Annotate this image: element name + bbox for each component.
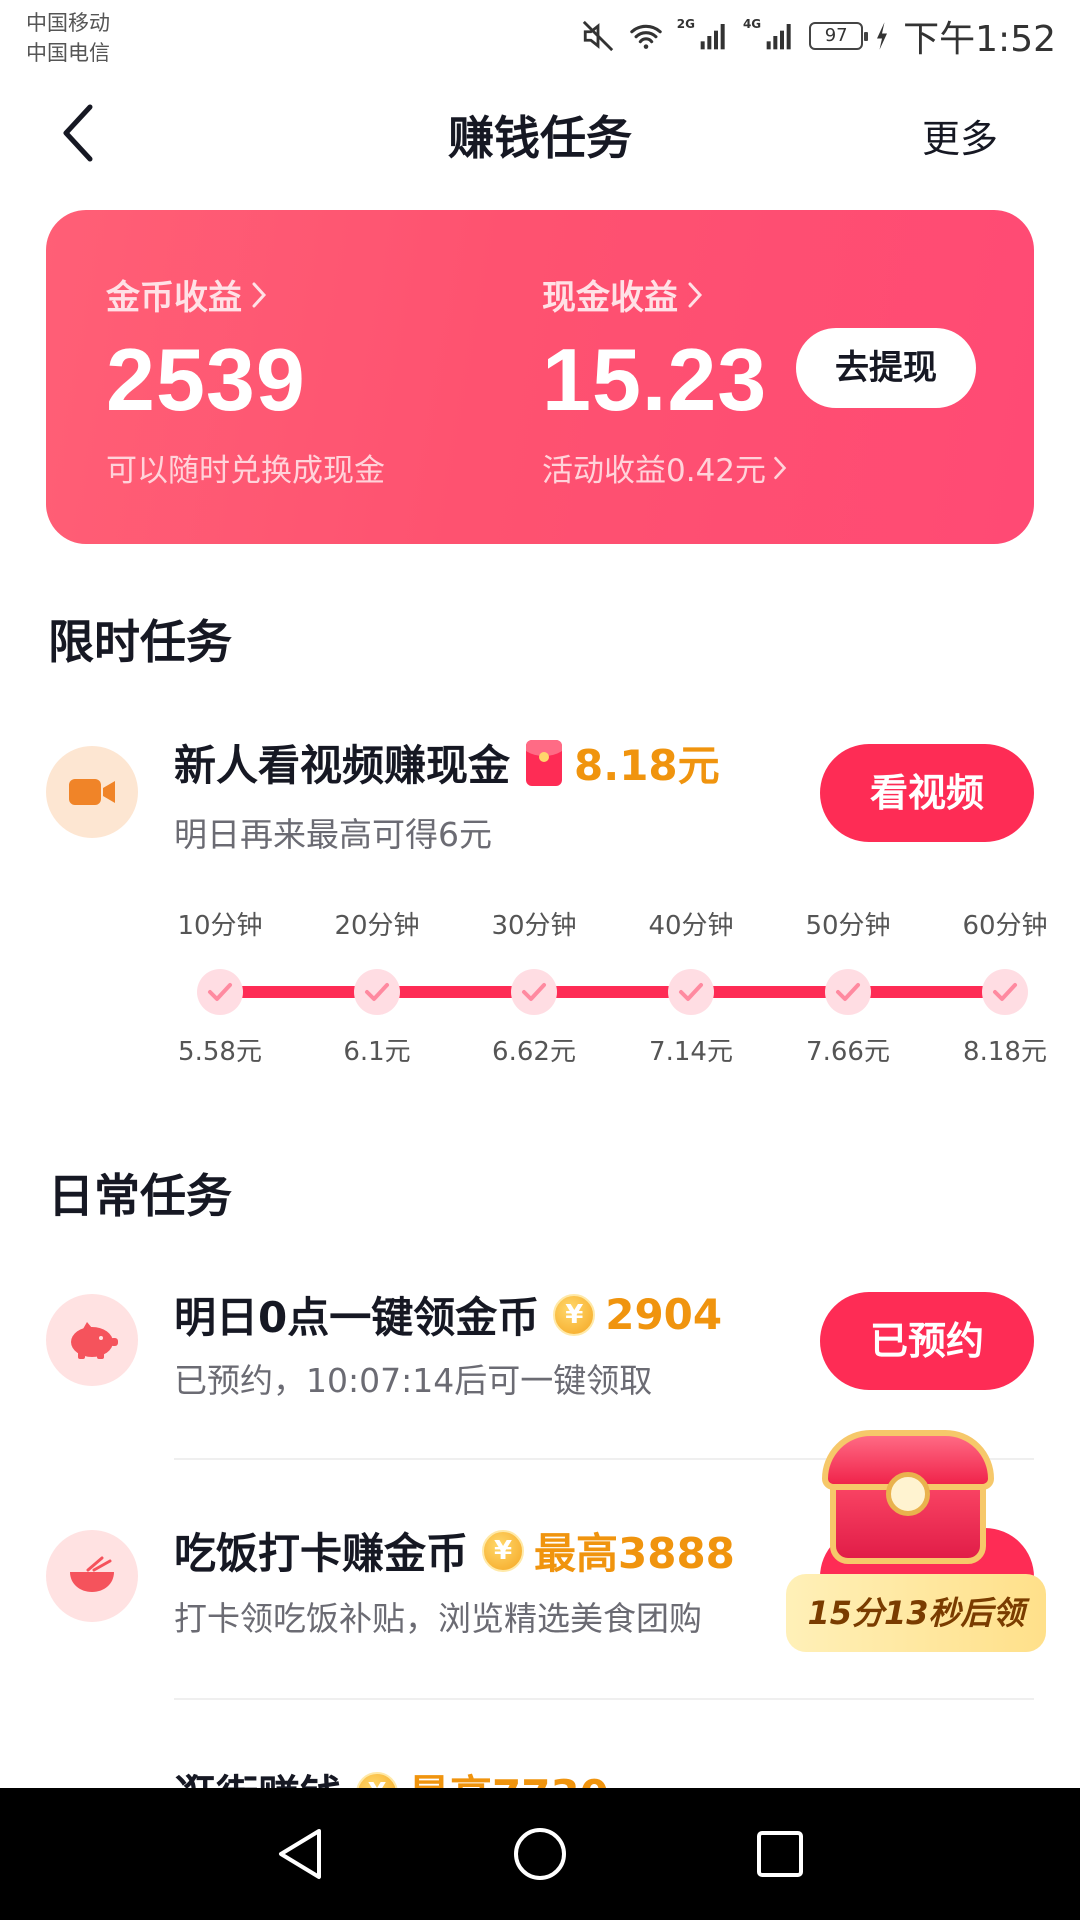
chest-lock (886, 1472, 930, 1516)
progress-time-label: 30分钟 (491, 911, 577, 941)
network-4g-label: 4G (742, 17, 762, 31)
daily-tasks-heading: 日常任务 (48, 1169, 232, 1223)
task-subtitle: 明日再来最高可得6元 (174, 815, 492, 854)
status-icons: 2G 4G 97 下午1:52 (581, 14, 1056, 60)
check-icon (982, 969, 1028, 1015)
task-reward-value: 最高3888 (534, 1529, 735, 1578)
cash-earnings[interactable]: 现金收益 15.23 活动收益0.42元 (542, 270, 788, 490)
cash-earnings-value: 15.23 (542, 330, 768, 429)
battery-indicator: 97 (809, 22, 869, 50)
carrier-info: 中国移动 中国电信 (26, 8, 110, 68)
task-title: 新人看视频赚现金 8.18元 (174, 732, 720, 793)
task-title-text: 明日0点一键领金币 (174, 1293, 540, 1342)
piggy-bank-icon (46, 1294, 138, 1386)
coin-earnings-label-row: 金币收益 (106, 270, 385, 319)
check-icon (825, 969, 871, 1015)
status-bar: 中国移动 中国电信 2G 4G 97 下午1:52 (0, 0, 1080, 78)
task-reward: ¥ 最高3888 (482, 1520, 735, 1581)
treasure-countdown: 15分13秒后领 (786, 1574, 1046, 1652)
progress-segment (552, 986, 670, 998)
more-button[interactable]: 更多 (922, 108, 998, 163)
network-2g-label: 2G (676, 17, 695, 31)
red-packet-icon (526, 739, 563, 786)
coin-icon: ¥ (482, 1529, 525, 1572)
progress-segment (238, 986, 356, 998)
task-subtitle: 打卡领吃饭补贴，浏览精选美食团购 (174, 1599, 702, 1638)
progress-amount-label: 6.62元 (492, 1037, 576, 1067)
clock: 下午1:52 (903, 19, 1056, 60)
signal-icon (766, 24, 791, 50)
task-title: 明日0点一键领金币 ¥ 2904 (174, 1284, 722, 1345)
reserved-button[interactable]: 已预约 (820, 1292, 1034, 1390)
mute-icon (582, 20, 613, 52)
treasure-chest-widget[interactable]: 15分13秒后领 (782, 1430, 1050, 1656)
coin-earnings[interactable]: 金币收益 2539 可以随时兑换成现金 (106, 270, 385, 490)
task-title-text: 新人看视频赚现金 (174, 741, 511, 790)
task-daily-coins: 明日0点一键领金币 ¥ 2904 已预约，10:07:14后可一键领取 已预约 (0, 1276, 1080, 1406)
check-icon (668, 969, 714, 1015)
progress-segment (395, 986, 513, 998)
earnings-card: 金币收益 2539 可以随时兑换成现金 现金收益 15.23 活动收益0.42元… (46, 210, 1034, 544)
task-subtitle: 已预约，10:07:14后可一键领取 (174, 1361, 653, 1400)
coin-earnings-label: 金币收益 (106, 278, 242, 318)
cash-earnings-label-row: 现金收益 (542, 270, 788, 319)
limited-tasks-heading: 限时任务 (48, 615, 232, 669)
coin-icon: ¥ (553, 1293, 596, 1336)
nav-back-button[interactable] (270, 1824, 330, 1884)
nav-bar: 赚钱任务 更多 (0, 78, 1080, 190)
task-reward-value: 8.18元 (574, 741, 720, 790)
chevron-right-icon (774, 456, 787, 479)
task-title: 吃饭打卡赚金币 ¥ 最高3888 (174, 1520, 735, 1581)
progress-segment (866, 986, 984, 998)
task-title-text: 吃饭打卡赚金币 (174, 1529, 469, 1578)
page-title: 赚钱任务 (448, 111, 632, 165)
nav-recents-button[interactable] (750, 1824, 810, 1884)
progress-time-label: 50分钟 (805, 911, 891, 941)
watch-video-button[interactable]: 看视频 (820, 744, 1034, 842)
check-icon (354, 969, 400, 1015)
progress-amount-label: 7.14元 (649, 1037, 733, 1067)
progress-time-label: 60分钟 (962, 911, 1048, 941)
progress-amount-label: 6.1元 (343, 1037, 411, 1067)
cash-earnings-label: 现金收益 (542, 278, 678, 318)
signal-icon (700, 24, 725, 50)
triangle-back-icon (279, 1829, 321, 1879)
progress-time-label: 10分钟 (177, 911, 263, 941)
circle-home-icon (514, 1828, 566, 1880)
task-reward-value: 2904 (605, 1290, 723, 1339)
check-icon (511, 969, 557, 1015)
task-reward: 8.18元 (526, 732, 720, 793)
video-camera-icon (46, 746, 138, 838)
charging-icon (877, 22, 888, 50)
progress-time-label: 20分钟 (334, 911, 420, 941)
progress-time-label: 40分钟 (648, 911, 734, 941)
activity-earnings-text: 活动收益0.42元 (542, 453, 767, 489)
rice-bowl-icon (46, 1530, 138, 1622)
coin-earnings-value: 2539 (106, 330, 306, 429)
withdraw-button[interactable]: 去提现 (796, 328, 976, 408)
system-nav-bar (0, 1788, 1080, 1920)
activity-earnings-link[interactable]: 活动收益0.42元 (542, 445, 788, 490)
check-icon (197, 969, 243, 1015)
task-watch-video: 新人看视频赚现金 8.18元 明日再来最高可得6元 看视频 (0, 728, 1080, 858)
chevron-right-icon (252, 282, 267, 307)
coin-earnings-note: 可以随时兑换成现金 (106, 453, 385, 489)
wifi-icon (630, 24, 662, 49)
progress-segment (709, 986, 827, 998)
progress-amount-label: 8.18元 (963, 1037, 1047, 1067)
divider (174, 1698, 1034, 1700)
treasure-chest-icon (822, 1430, 994, 1570)
progress-amount-label: 5.58元 (178, 1037, 262, 1067)
video-progress-track: 10分钟 20分钟 30分钟 40分钟 50分钟 60分钟 5.58元 6.1元… (150, 905, 1050, 1067)
task-reward: ¥ 2904 (553, 1290, 722, 1339)
chevron-right-icon (688, 282, 703, 307)
progress-amount-label: 7.66元 (806, 1037, 890, 1067)
carrier-1: 中国移动 (26, 11, 110, 35)
nav-home-button[interactable] (510, 1824, 570, 1884)
square-recents-icon (757, 1831, 803, 1877)
carrier-2: 中国电信 (26, 41, 110, 65)
